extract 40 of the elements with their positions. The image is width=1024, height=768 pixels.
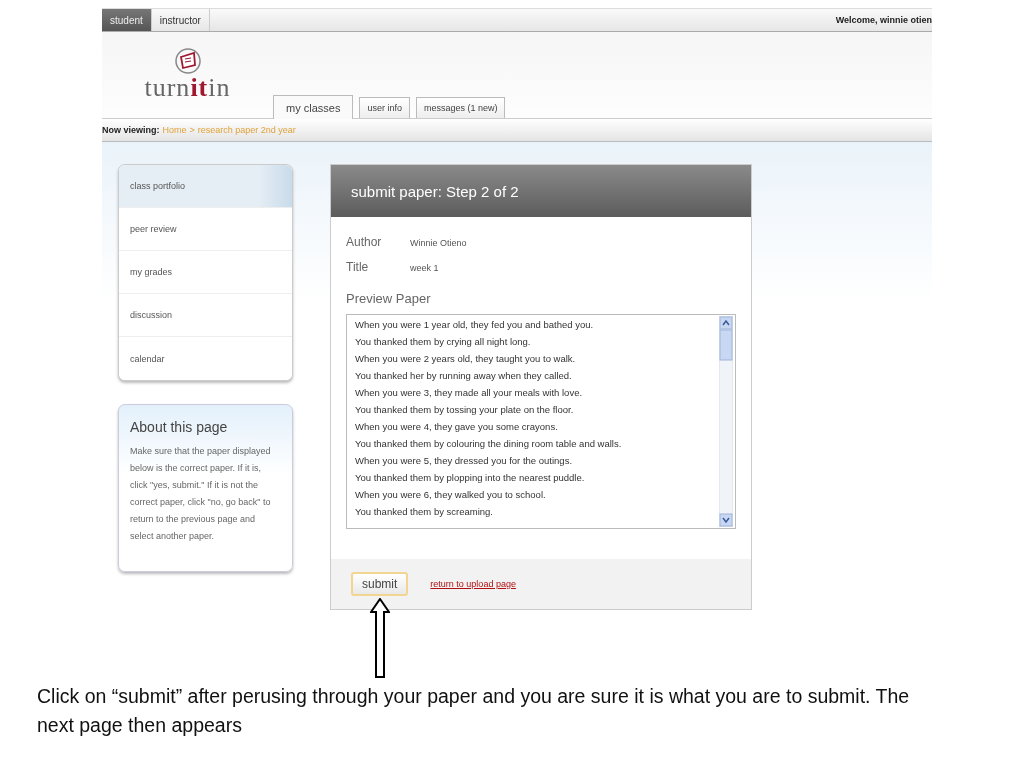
return-link[interactable]: return to upload page xyxy=(430,579,516,589)
sidebar-item[interactable]: peer review xyxy=(119,208,292,251)
field-label: Title xyxy=(346,260,370,274)
submit-button[interactable]: submit xyxy=(351,572,409,596)
field-value: week 1 xyxy=(410,263,439,273)
paper-line: When you were 5, they dressed you for the outings. xyxy=(355,454,574,468)
nav-tab[interactable]: messages (1 new) xyxy=(415,97,506,118)
preview-label: Preview Paper xyxy=(346,291,432,306)
sidebar-item[interactable]: my grades xyxy=(119,251,292,294)
role-tab[interactable]: instructor xyxy=(151,9,210,31)
field-label: Author xyxy=(346,235,383,249)
paper-line: You thanked them by screaming. xyxy=(355,505,494,519)
preview-box[interactable] xyxy=(346,314,736,529)
paper-line: You thanked them by tossing your plate on the floor. xyxy=(355,403,575,417)
paper-line: When you were 4, they gave you some crayons. xyxy=(355,420,559,434)
sidebar-item[interactable]: discussion xyxy=(119,294,292,337)
about-title: About this page xyxy=(130,419,229,435)
paper-line: When you were 3, they made all your meals with love. xyxy=(355,386,584,400)
caption-text: Click on “submit” after perusing through your paper and you are sure it is what you are to submit. The next page then appears xyxy=(37,684,911,738)
nav-tab[interactable]: user info xyxy=(359,97,410,118)
paper-line: You thanked them by crying all night long. xyxy=(355,335,532,349)
paper-line: You thanked them by colouring the dining room table and walls. xyxy=(355,437,623,451)
breadcrumb-current: research paper 2nd year xyxy=(197,125,296,135)
paper-line: When you were 1 year old, they fed you and bathed you. xyxy=(355,318,595,332)
welcome-text: Welcome, winnie otien xyxy=(835,15,932,25)
sidebar-item[interactable]: calendar xyxy=(119,337,292,380)
about-text: Make sure that the paper displayed below is the correct paper. If it is, click "yes, submit." If it is not the correct paper, click "no, go back" to return to the previous page and select another paper. xyxy=(130,445,272,543)
field-value: Winnie Otieno xyxy=(410,238,467,248)
panel-title: submit paper: Step 2 of 2 xyxy=(331,165,751,217)
paper-line: You thanked them by plopping into the nearest puddle. xyxy=(355,471,586,485)
breadcrumb-label: Now viewing: xyxy=(102,125,160,135)
breadcrumb-separator: > xyxy=(189,125,195,135)
paper-line: When you were 6, they walked you to school. xyxy=(355,488,547,502)
turnitin-logo: turnitin xyxy=(144,73,231,103)
paper-line: When you were 2 years old, they taught you to walk. xyxy=(355,352,577,366)
scrollbar[interactable] xyxy=(719,316,733,527)
paper-line: You thanked her by running away when they called. xyxy=(355,369,573,383)
nav-tab[interactable]: my classes xyxy=(273,95,354,119)
sidebar-item[interactable]: class portfolio xyxy=(119,165,292,208)
role-tab[interactable]: student xyxy=(102,9,152,31)
